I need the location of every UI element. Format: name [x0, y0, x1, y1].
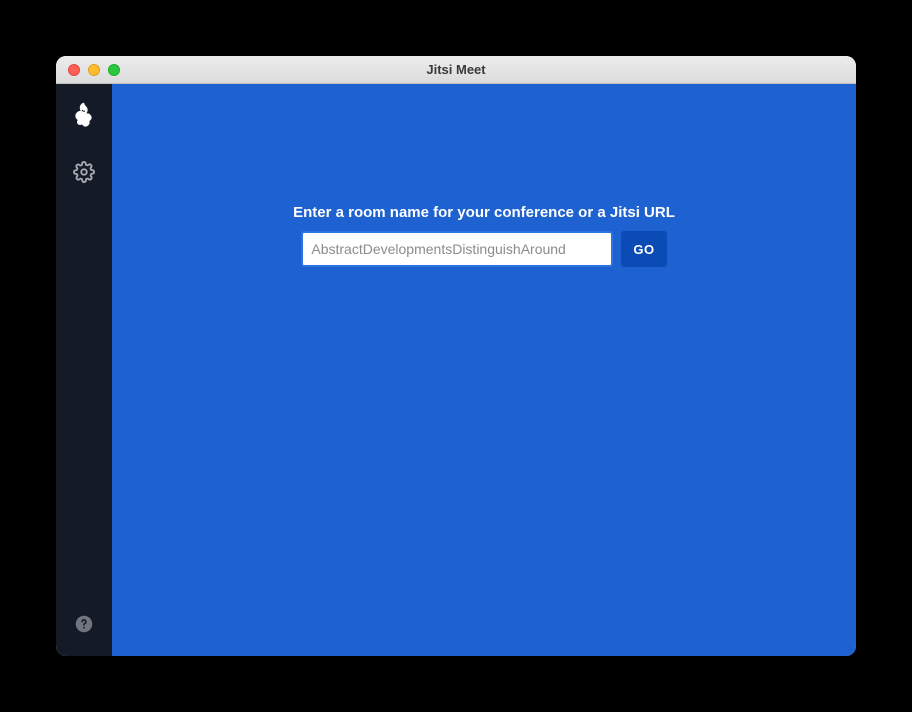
titlebar[interactable]: Jitsi Meet	[56, 56, 856, 84]
jitsi-logo-icon	[71, 101, 97, 136]
minimize-window-button[interactable]	[88, 64, 100, 76]
main-content: Enter a room name for your conference or…	[112, 84, 856, 656]
room-name-input[interactable]	[301, 231, 613, 267]
help-icon	[75, 615, 93, 638]
gear-icon	[73, 161, 95, 188]
app-window: Jitsi Meet	[56, 56, 856, 656]
go-button[interactable]: GO	[621, 231, 666, 267]
sidebar-item-home[interactable]	[70, 104, 98, 132]
room-input-row: GO	[301, 231, 666, 267]
close-window-button[interactable]	[68, 64, 80, 76]
maximize-window-button[interactable]	[108, 64, 120, 76]
sidebar-item-help[interactable]	[74, 616, 94, 636]
window-controls	[56, 64, 120, 76]
sidebar-item-settings[interactable]	[70, 160, 98, 188]
app-body: Enter a room name for your conference or…	[56, 84, 856, 656]
room-prompt-label: Enter a room name for your conference or…	[293, 204, 675, 221]
sidebar	[56, 84, 112, 656]
window-title: Jitsi Meet	[56, 62, 856, 77]
